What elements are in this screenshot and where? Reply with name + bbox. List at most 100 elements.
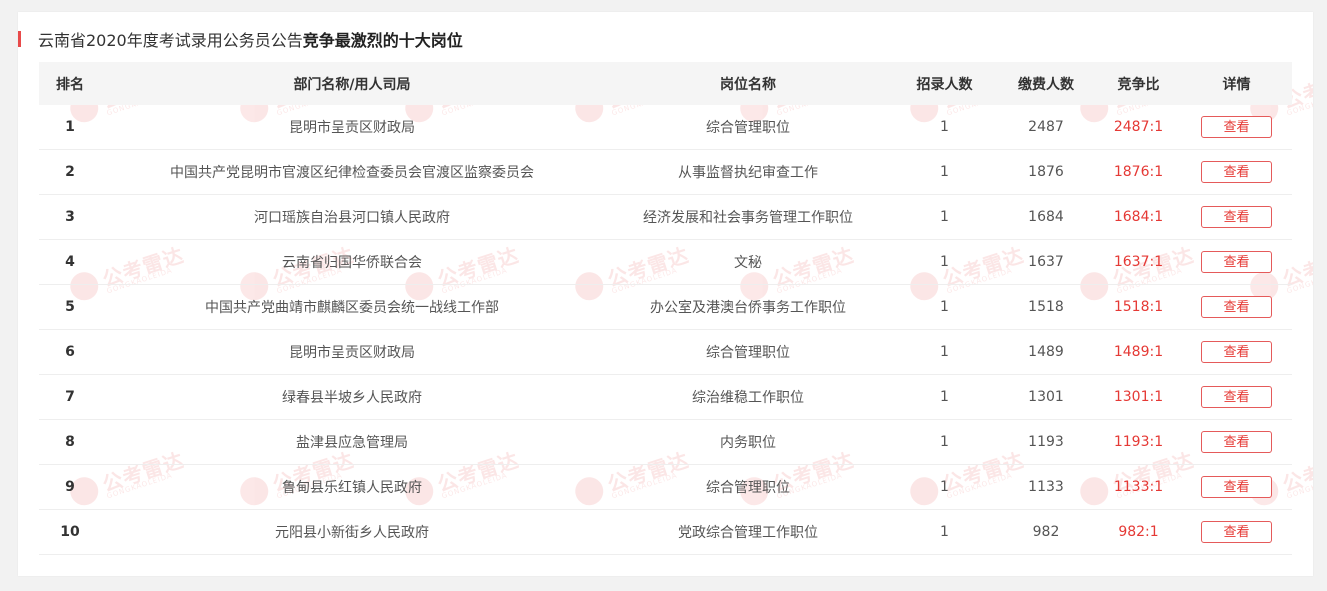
ratio-cell: 982:1 (1118, 524, 1159, 540)
rank-cell: 5 (65, 299, 75, 315)
ranking-card: 公考雷达 GONGKAOLEIDA 公考雷达 GONGKAOLEIDA 公考雷达 GONG… (18, 12, 1313, 576)
position-cell: 内务职位 (720, 435, 776, 451)
table-row: 5 中国共产党曲靖市麒麟区委员会统一战线工作部 办公室及港澳台侨事务工作职位 1 151… (39, 285, 1292, 330)
table-row: 10 元阳县小新街乡人民政府 党政综合管理工作职位 1 982 982:1 查看 (39, 510, 1292, 555)
view-button[interactable]: 查看 (1201, 161, 1272, 183)
rank-cell: 4 (65, 254, 75, 270)
hire-count-cell: 1 (940, 119, 949, 135)
title-emphasis: 竞争最激烈的十大岗位 (302, 31, 463, 50)
table-body: 1 昆明市呈贡区财政局 综合管理职位 1 2487 2487:1 查看 2 中国共产党昆明市官渡… (39, 105, 1292, 555)
detail-cell: 查看 (1181, 296, 1292, 318)
ratio-cell: 1518:1 (1113, 299, 1164, 315)
dept-cell: 中国共产党曲靖市麒麟区委员会统一战线工作部 (205, 300, 499, 316)
dept-cell: 鲁甸县乐红镇人民政府 (282, 480, 422, 496)
fee-count-cell: 1193 (1028, 434, 1064, 450)
detail-cell: 查看 (1181, 431, 1292, 453)
position-cell: 综合管理职位 (706, 345, 790, 361)
view-button[interactable]: 查看 (1201, 116, 1272, 138)
hire-count-cell: 1 (940, 344, 949, 360)
view-button[interactable]: 查看 (1201, 296, 1272, 318)
rank-cell: 10 (60, 524, 80, 540)
hire-count-cell: 1 (940, 434, 949, 450)
fee-count-cell: 1637 (1028, 254, 1064, 270)
rank-cell: 9 (65, 479, 75, 495)
card-header: 云南省2020年度考试录用公务员公告竞争最激烈的十大岗位 (18, 28, 463, 50)
dept-cell: 元阳县小新街乡人民政府 (275, 525, 429, 541)
ratio-cell: 1637:1 (1113, 254, 1164, 270)
fee-count-cell: 1876 (1028, 164, 1064, 180)
title-accent-bar (18, 31, 21, 47)
rank-cell: 7 (65, 389, 75, 405)
detail-cell: 查看 (1181, 521, 1292, 543)
position-cell: 文秘 (734, 255, 762, 271)
hire-count-cell: 1 (940, 389, 949, 405)
fee-count-cell: 2487 (1028, 119, 1064, 135)
position-cell: 从事监督执纪审查工作 (678, 165, 818, 181)
table-row: 9 鲁甸县乐红镇人民政府 综合管理职位 1 1133 1133:1 查看 (39, 465, 1292, 510)
ratio-cell: 1489:1 (1113, 344, 1164, 360)
hire-count-cell: 1 (940, 254, 949, 270)
view-button[interactable]: 查看 (1201, 476, 1272, 498)
fee-count-cell: 982 (1032, 524, 1060, 540)
ranking-table: 排名 部门名称/用人司局 岗位名称 招录人数 缴费人数 竞争比 详情 1 昆明市呈… (39, 62, 1292, 555)
detail-cell: 查看 (1181, 476, 1292, 498)
position-cell: 综治维稳工作职位 (692, 390, 804, 406)
fee-count-cell: 1518 (1028, 299, 1064, 315)
dept-cell: 绿春县半坡乡人民政府 (282, 390, 422, 406)
table-row: 8 盐津县应急管理局 内务职位 1 1193 1193:1 查看 (39, 420, 1292, 465)
table-row: 2 中国共产党昆明市官渡区纪律检查委员会官渡区监察委员会 从事监督执纪审查工作 1 18… (39, 150, 1292, 195)
position-cell: 经济发展和社会事务管理工作职位 (643, 210, 853, 226)
view-button[interactable]: 查看 (1201, 206, 1272, 228)
ratio-cell: 1684:1 (1113, 209, 1164, 225)
ratio-cell: 1193:1 (1113, 434, 1164, 450)
detail-cell: 查看 (1181, 341, 1292, 363)
position-cell: 办公室及港澳台侨事务工作职位 (650, 300, 846, 316)
header-hire: 招录人数 (916, 76, 973, 93)
header-ratio: 竞争比 (1117, 76, 1160, 93)
title-prefix: 云南省2020年度考试录用公务员公告 (38, 31, 303, 50)
dept-cell: 云南省归国华侨联合会 (282, 255, 422, 271)
view-button[interactable]: 查看 (1201, 431, 1272, 453)
header-fee: 缴费人数 (1018, 76, 1074, 93)
fee-count-cell: 1133 (1028, 479, 1064, 495)
position-cell: 综合管理职位 (706, 120, 790, 136)
ratio-cell: 1301:1 (1113, 389, 1164, 405)
dept-cell: 河口瑶族自治县河口镇人民政府 (254, 210, 450, 226)
table-row: 1 昆明市呈贡区财政局 综合管理职位 1 2487 2487:1 查看 (39, 105, 1292, 150)
ratio-cell: 1876:1 (1113, 164, 1164, 180)
detail-cell: 查看 (1181, 161, 1292, 183)
fee-count-cell: 1489 (1028, 344, 1064, 360)
hire-count-cell: 1 (940, 164, 949, 180)
view-button[interactable]: 查看 (1201, 521, 1272, 543)
detail-cell: 查看 (1181, 206, 1292, 228)
dept-cell: 昆明市呈贡区财政局 (289, 120, 415, 136)
table-row: 3 河口瑶族自治县河口镇人民政府 经济发展和社会事务管理工作职位 1 1684 1684:… (39, 195, 1292, 240)
fee-count-cell: 1301 (1028, 389, 1064, 405)
hire-count-cell: 1 (940, 524, 949, 540)
ratio-cell: 2487:1 (1113, 119, 1164, 135)
rank-cell: 1 (65, 119, 75, 135)
card-title: 云南省2020年度考试录用公务员公告竞争最激烈的十大岗位 (38, 27, 463, 51)
ratio-cell: 1133:1 (1113, 479, 1164, 495)
view-button[interactable]: 查看 (1201, 251, 1272, 273)
table-header: 排名 部门名称/用人司局 岗位名称 招录人数 缴费人数 竞争比 详情 (39, 62, 1292, 105)
rank-cell: 8 (65, 434, 75, 450)
dept-cell: 中国共产党昆明市官渡区纪律检查委员会官渡区监察委员会 (170, 165, 534, 181)
view-button[interactable]: 查看 (1201, 341, 1272, 363)
hire-count-cell: 1 (940, 209, 949, 225)
rank-cell: 2 (65, 164, 75, 180)
view-button[interactable]: 查看 (1201, 386, 1272, 408)
hire-count-cell: 1 (940, 299, 949, 315)
detail-cell: 查看 (1181, 251, 1292, 273)
table-row: 6 昆明市呈贡区财政局 综合管理职位 1 1489 1489:1 查看 (39, 330, 1292, 375)
table-row: 7 绿春县半坡乡人民政府 综治维稳工作职位 1 1301 1301:1 查看 (39, 375, 1292, 420)
header-dept: 部门名称/用人司局 (293, 76, 411, 93)
header-rank: 排名 (56, 76, 84, 93)
dept-cell: 昆明市呈贡区财政局 (289, 345, 415, 361)
position-cell: 党政综合管理工作职位 (678, 525, 818, 541)
fee-count-cell: 1684 (1028, 209, 1064, 225)
detail-cell: 查看 (1181, 116, 1292, 138)
header-position: 岗位名称 (720, 76, 776, 93)
header-detail: 详情 (1222, 76, 1251, 93)
position-cell: 综合管理职位 (706, 480, 790, 496)
